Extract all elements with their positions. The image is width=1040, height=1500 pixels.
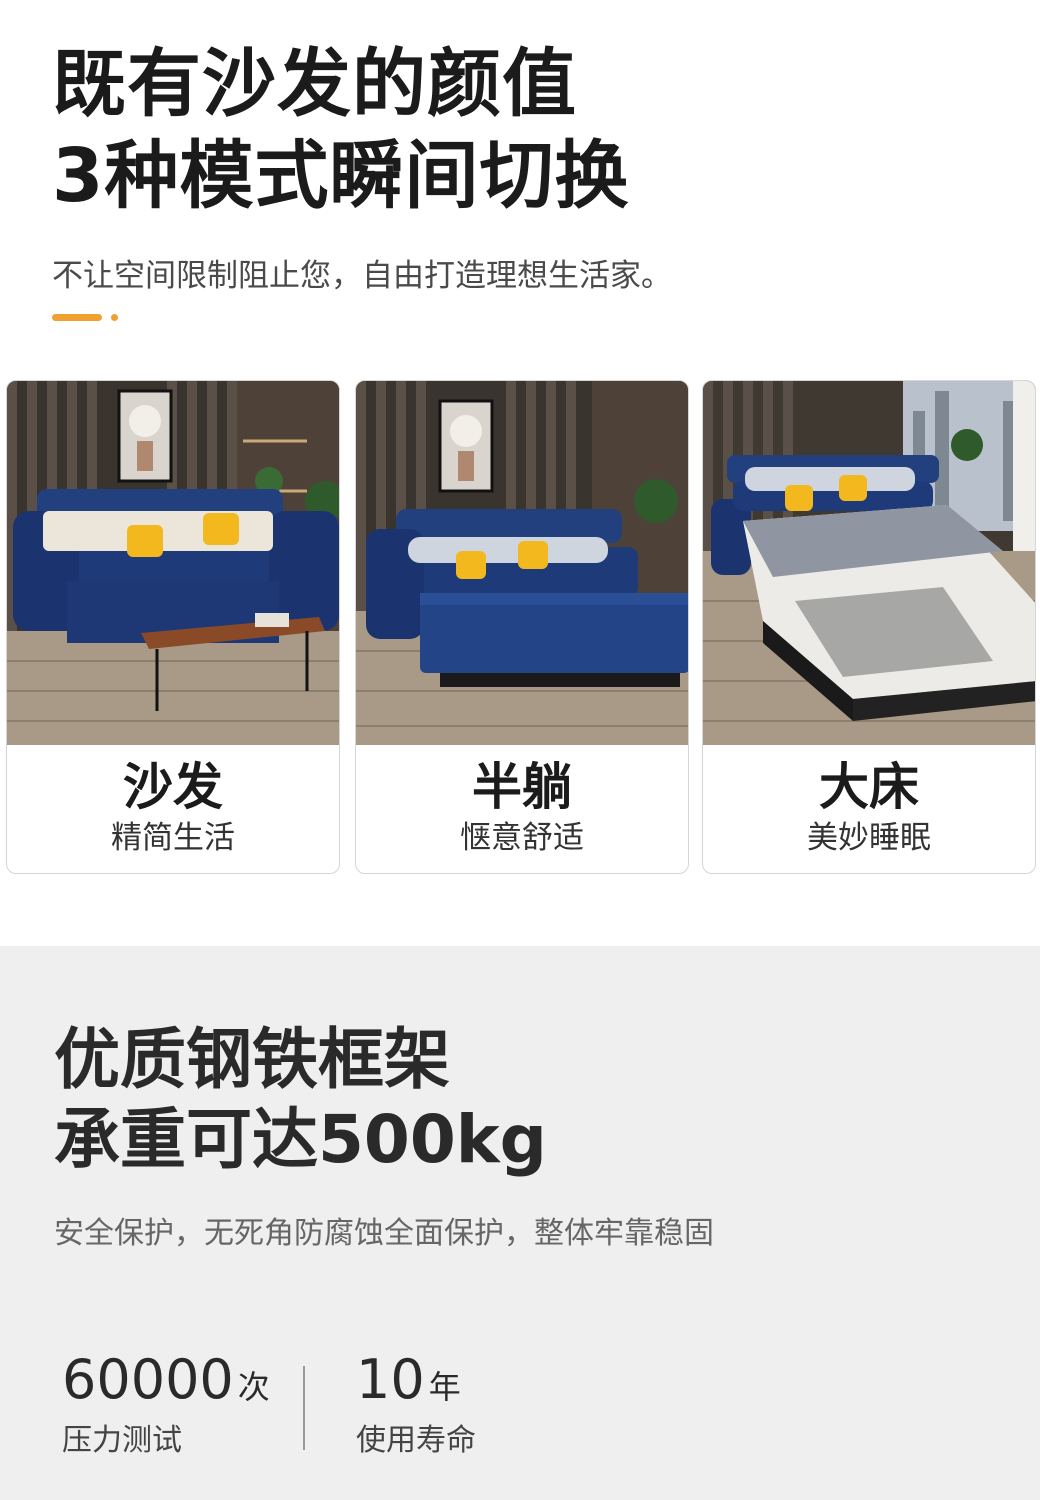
stat-divider [303, 1366, 305, 1450]
mode-card-title: 沙发 [123, 758, 223, 816]
hero-headline-line2: 3种模式瞬间切换 [52, 133, 630, 219]
hero-headline: 既有沙发的颜值 3种模式瞬间切换 [52, 38, 630, 222]
frame-section: 优质钢铁框架 承重可达500kg 安全保护，无死角防腐蚀全面保护，整体牢靠稳固 … [0, 946, 1040, 1500]
hero-headline-line1: 既有沙发的颜值 [52, 41, 577, 127]
stat-unit: 年 [428, 1368, 461, 1406]
modes-section: 既有沙发的颜值 3种模式瞬间切换 不让空间限制阻止您，自由打造理想生活家。 沙发… [0, 0, 1040, 940]
mode-card-title: 半躺 [472, 758, 572, 816]
frame-headline: 优质钢铁框架 承重可达500kg [54, 1020, 547, 1180]
stat-service-life: 10 年 使用寿命 [356, 1348, 476, 1459]
hero-subtitle: 不让空间限制阻止您，自由打造理想生活家。 [52, 258, 672, 294]
accent-dot [111, 314, 118, 321]
stat-value-row: 10 年 [356, 1348, 476, 1419]
mode-card-title: 大床 [819, 758, 919, 816]
stat-unit: 次 [237, 1368, 270, 1406]
accent-bar [52, 314, 102, 321]
frame-headline-line2: 承重可达500kg [54, 1101, 547, 1178]
mode-card-subtitle: 精简生活 [111, 820, 235, 856]
stat-value-row: 60000 次 [62, 1348, 270, 1419]
mode-card-bed: 大床 美妙睡眠 [702, 380, 1036, 874]
stat-label: 使用寿命 [356, 1423, 476, 1458]
frame-subtitle: 安全保护，无死角防腐蚀全面保护，整体牢靠稳固 [54, 1216, 714, 1251]
frame-headline-line1: 优质钢铁框架 [54, 1021, 450, 1098]
stat-pressure-test: 60000 次 压力测试 [62, 1348, 270, 1459]
sofa-mode-photo [7, 381, 339, 745]
bed-mode-photo [703, 381, 1035, 745]
mode-card-subtitle: 惬意舒适 [460, 820, 584, 856]
stat-label: 压力测试 [62, 1423, 182, 1458]
stat-value: 10 [356, 1348, 425, 1411]
stat-value: 60000 [62, 1348, 234, 1411]
mode-card-subtitle: 美妙睡眠 [807, 820, 931, 856]
half-recline-mode-photo [356, 381, 688, 745]
mode-card-half-recline: 半躺 惬意舒适 [355, 380, 689, 874]
mode-card-sofa: 沙发 精简生活 [6, 380, 340, 874]
